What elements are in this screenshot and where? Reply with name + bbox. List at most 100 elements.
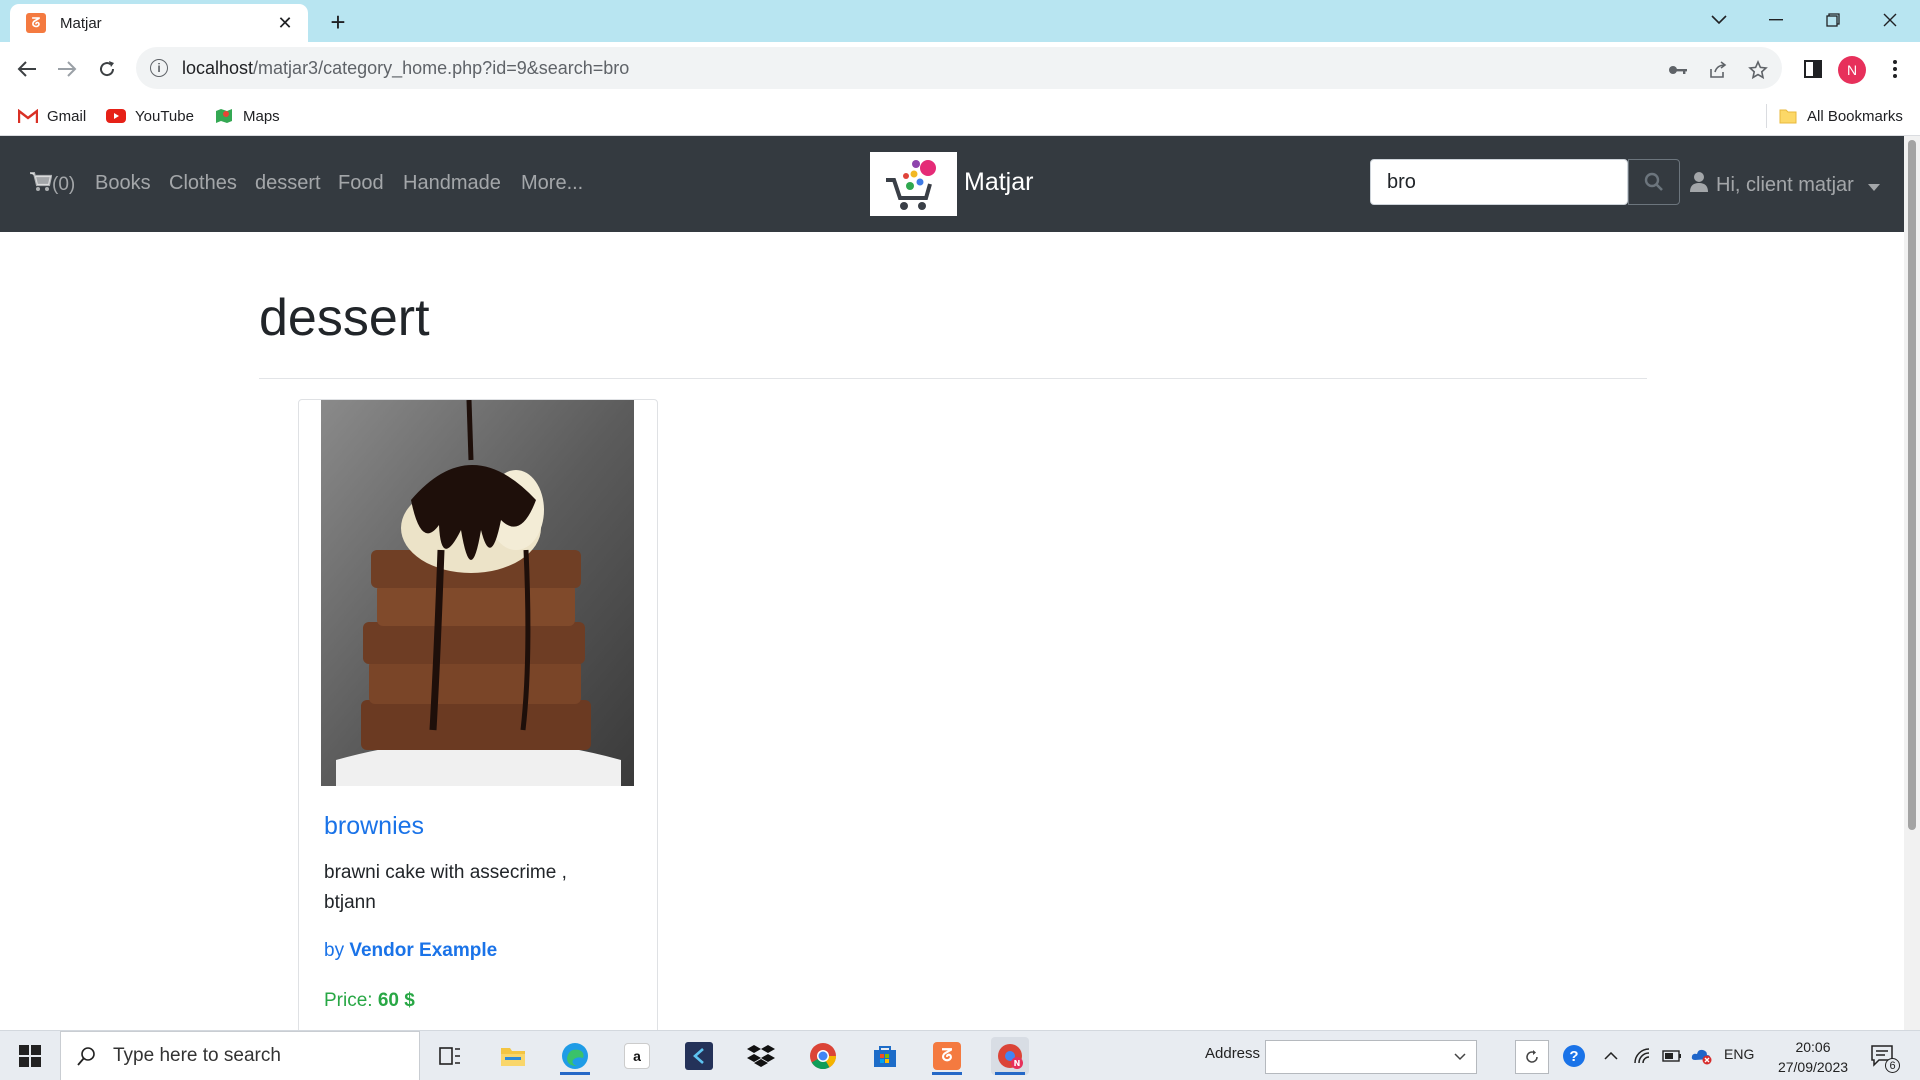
bookmark-star-icon[interactable] (1746, 58, 1770, 82)
user-icon (1690, 172, 1708, 198)
chrome-profile-icon[interactable]: N (991, 1037, 1029, 1075)
brownies-photo (321, 400, 634, 786)
restore-window-button[interactable] (1813, 6, 1853, 34)
url-text[interactable]: localhost/matjar3/category_home.php?id=9… (182, 58, 629, 79)
nav-link-clothes[interactable]: Clothes (169, 172, 237, 195)
close-tab-icon[interactable]: ✕ (274, 13, 296, 34)
product-image[interactable] (321, 400, 634, 786)
address-toolbar-label: Address (1205, 1045, 1261, 1062)
search-input[interactable] (1370, 159, 1628, 205)
clock-time: 20:06 (1795, 1039, 1831, 1055)
vendor-link[interactable]: Vendor Example (349, 940, 497, 961)
amazon-icon[interactable]: a (618, 1037, 656, 1075)
bookmark-label: Gmail (47, 107, 87, 125)
chrome-icon[interactable] (804, 1037, 842, 1075)
address-bar[interactable]: i localhost/matjar3/category_home.php?id… (136, 47, 1782, 89)
tab-search-chevron-icon[interactable] (1699, 6, 1739, 34)
side-panel-icon[interactable] (1798, 54, 1828, 84)
wifi-icon[interactable] (1630, 1044, 1654, 1068)
taskbar-search-box[interactable]: Type here to search (60, 1031, 420, 1080)
close-window-button[interactable] (1870, 6, 1910, 34)
task-view-icon[interactable] (431, 1037, 469, 1075)
product-price: Price: 60 $ (324, 990, 415, 1012)
battery-icon[interactable] (1660, 1044, 1684, 1068)
notification-count: 6 (1885, 1058, 1900, 1073)
forward-button[interactable] (50, 52, 84, 86)
all-bookmarks-label: All Bookmarks (1807, 107, 1903, 125)
user-greeting: Hi, client matjar (1716, 173, 1854, 196)
product-description: brawni cake with assecrime , btjann (324, 862, 567, 913)
tab-title: Matjar (60, 14, 102, 32)
scrollbar-thumb[interactable] (1908, 140, 1916, 830)
windows-logo-icon (19, 1045, 41, 1067)
nav-link-more[interactable]: More... (521, 172, 583, 195)
nav-link-food[interactable]: Food (338, 172, 384, 195)
vendor-by-label: by (324, 940, 345, 961)
xampp-icon[interactable]: ᘔ (928, 1037, 966, 1075)
nav-link-books[interactable]: Books (95, 172, 151, 195)
product-card: brownies brawni cake with assecrime , bt… (298, 399, 658, 1049)
bookmark-label: Maps (243, 107, 280, 125)
refresh-icon (1526, 1050, 1538, 1063)
share-icon[interactable] (1706, 58, 1730, 82)
new-tab-button[interactable]: + (322, 6, 354, 38)
dropbox-icon[interactable] (742, 1037, 780, 1075)
caret-down-icon (1867, 174, 1880, 197)
address-toolbar-input[interactable] (1265, 1040, 1477, 1074)
active-indicator (560, 1072, 590, 1075)
address-refresh-button[interactable] (1515, 1040, 1549, 1074)
bookmark-gmail[interactable]: Gmail (18, 104, 86, 128)
price-value: 60 $ (377, 990, 415, 1011)
start-button[interactable] (0, 1031, 60, 1080)
notification-center-icon[interactable]: 6 (1868, 1043, 1900, 1073)
user-dropdown[interactable]: Hi, client matjar (1690, 172, 1880, 198)
product-title-link[interactable]: brownies (324, 812, 424, 841)
url-path: /matjar3/category_home.php?id=9&search=b… (253, 57, 630, 78)
browser-menu-icon[interactable] (1880, 54, 1910, 84)
active-indicator (932, 1072, 962, 1075)
cart-link[interactable]: (0) (30, 171, 76, 198)
cart-count: (0) (52, 174, 76, 195)
bookmarks-separator (1766, 104, 1767, 128)
key-icon[interactable] (1666, 58, 1690, 82)
svg-text:N: N (1014, 1059, 1021, 1068)
bookmark-maps[interactable]: Maps (214, 104, 280, 128)
active-indicator (995, 1072, 1025, 1075)
cart-logo-icon (886, 160, 936, 210)
language-indicator[interactable]: ENG (1724, 1046, 1754, 1062)
file-explorer-icon[interactable] (494, 1037, 532, 1075)
site-navbar: (0) Books Clothes dessert Food Handmade … (0, 136, 1904, 232)
taskbar-search-placeholder: Type here to search (113, 1045, 281, 1066)
system-clock[interactable]: 20:06 27/09/2023 (1768, 1037, 1858, 1077)
search-button[interactable] (1628, 159, 1680, 205)
help-icon[interactable]: ? (1562, 1044, 1586, 1068)
bookmark-youtube[interactable]: YouTube (106, 104, 194, 128)
site-info-icon[interactable]: i (150, 59, 168, 77)
clock-date: 27/09/2023 (1777, 1059, 1849, 1075)
nav-link-dessert[interactable]: dessert (255, 172, 321, 195)
brand-name[interactable]: Matjar (964, 168, 1033, 197)
nav-link-handmade[interactable]: Handmade (403, 172, 501, 195)
product-vendor: by Vendor Example (324, 940, 497, 962)
visual-studio-icon[interactable] (680, 1037, 718, 1075)
minimize-window-button[interactable] (1756, 6, 1796, 34)
xampp-favicon-icon: ᘔ (26, 13, 46, 33)
profile-avatar[interactable]: N (1838, 56, 1866, 84)
microsoft-store-icon[interactable] (866, 1037, 904, 1075)
onedrive-error-icon[interactable] (1690, 1044, 1714, 1068)
heading-divider (259, 378, 1647, 379)
url-host: localhost (182, 57, 254, 78)
reload-button[interactable] (90, 52, 124, 86)
page-scrollbar[interactable] (1904, 136, 1920, 1031)
price-label: Price: (324, 990, 373, 1011)
edge-icon[interactable] (556, 1037, 594, 1075)
browser-tab-matjar[interactable]: ᘔ Matjar ✕ (10, 4, 308, 42)
chevron-down-icon[interactable] (1454, 1053, 1466, 1061)
all-bookmarks-folder[interactable]: All Bookmarks (1778, 104, 1903, 128)
gmail-icon (18, 108, 38, 124)
show-hidden-icons-chevron-icon[interactable] (1599, 1044, 1623, 1068)
search-icon (77, 1047, 95, 1066)
back-button[interactable] (10, 52, 44, 86)
brand-logo[interactable] (870, 152, 957, 216)
page-title: dessert (259, 289, 430, 347)
